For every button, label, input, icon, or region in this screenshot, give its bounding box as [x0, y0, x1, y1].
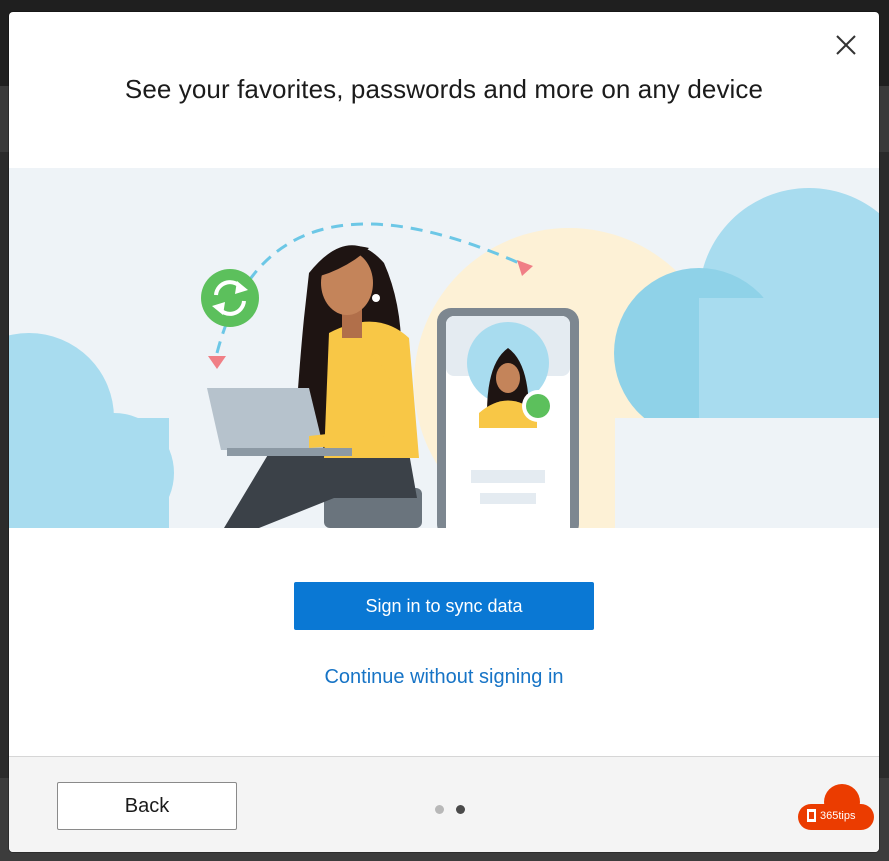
continue-without-signing-in-link[interactable]: Continue without signing in [9, 666, 879, 689]
back-button[interactable]: Back [57, 782, 237, 830]
sync-illustration [9, 168, 879, 528]
dialog-footer: Back [9, 756, 879, 852]
close-icon [836, 35, 856, 55]
sign-in-sync-button[interactable]: Sign in to sync data [294, 582, 594, 630]
dialog-title: See your favorites, passwords and more o… [124, 74, 764, 104]
watermark-text: 365tips [820, 810, 856, 822]
close-button[interactable] [833, 32, 859, 58]
sync-dialog: See your favorites, passwords and more o… [9, 12, 879, 852]
sync-icon [201, 269, 259, 327]
page-dot-2[interactable] [456, 805, 465, 814]
office-logo-icon [798, 784, 874, 830]
page-dot-1[interactable] [435, 805, 444, 814]
watermark-badge: 365tips [798, 782, 874, 830]
